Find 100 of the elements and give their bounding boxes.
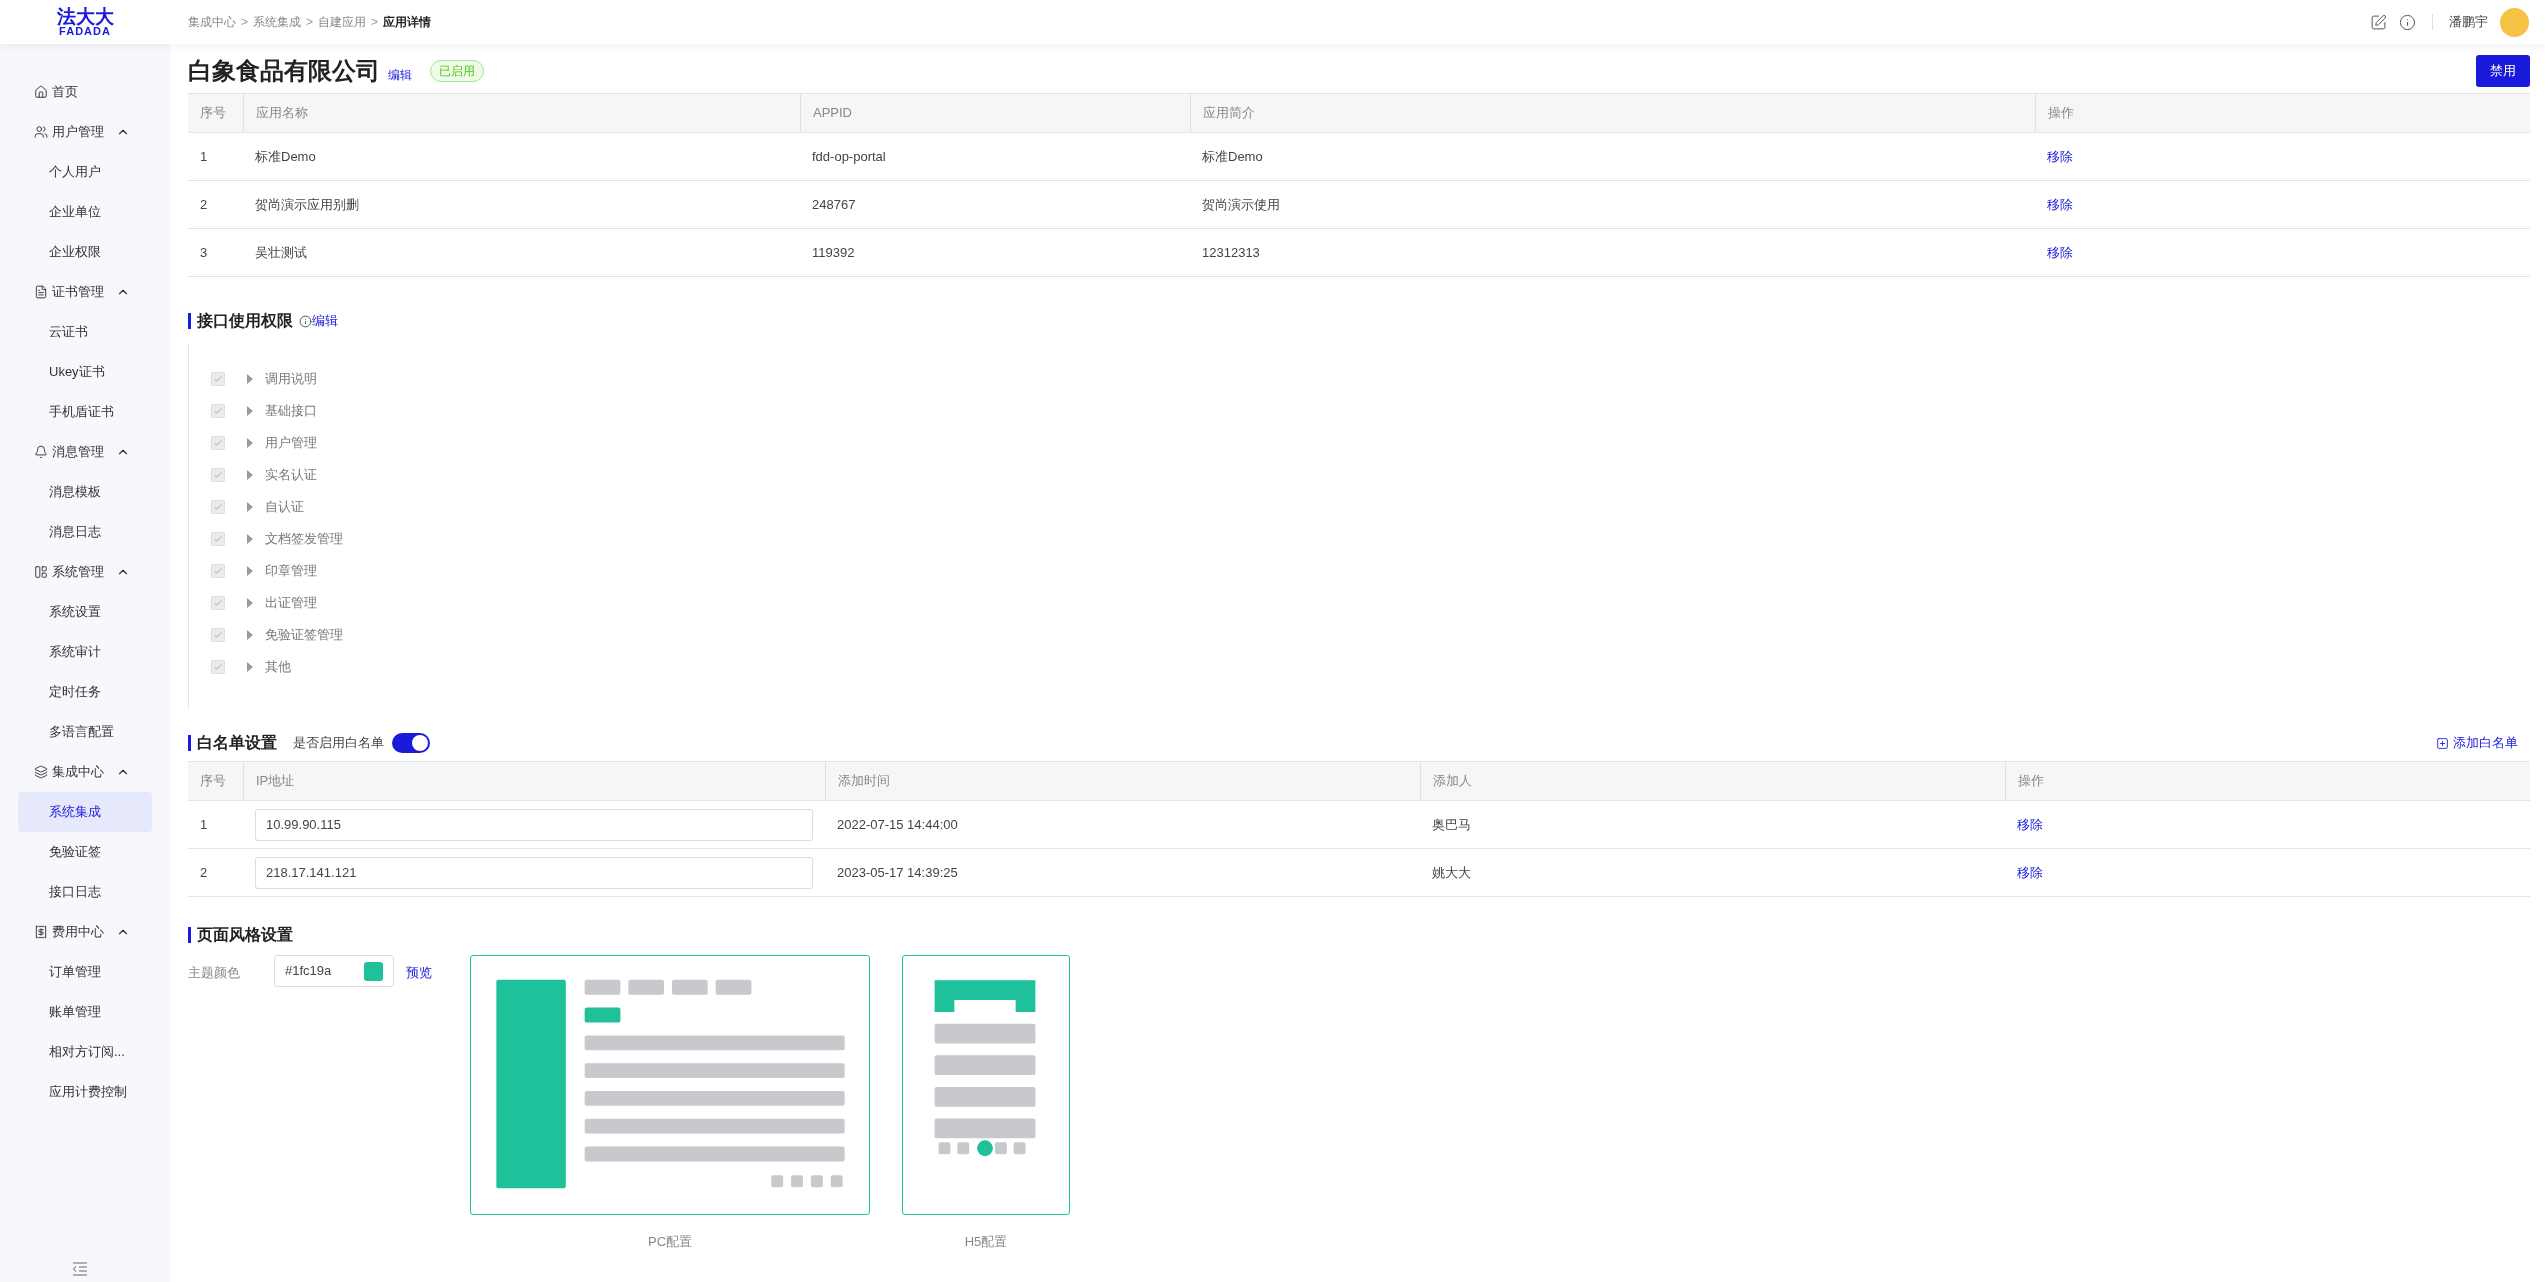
caret-icon[interactable] [247, 534, 253, 544]
sidebar-item[interactable]: 免验证签 [18, 832, 152, 872]
sidebar-item[interactable]: 云证书 [18, 312, 152, 352]
permission-tree-item[interactable]: 其他 [189, 651, 588, 683]
permission-tree-item[interactable]: 自认证 [189, 491, 588, 523]
info-icon[interactable] [299, 314, 312, 328]
breadcrumb-item: 应用详情 [383, 14, 432, 31]
sidebar-item[interactable]: 消息模板 [18, 472, 152, 512]
sidebar-group[interactable]: 系统管理 [18, 552, 152, 592]
breadcrumb-item[interactable]: 集成中心 [188, 13, 236, 31]
ip-input[interactable]: 218.17.141.121 [255, 856, 813, 889]
sidebar-item[interactable]: 系统集成 [18, 792, 152, 832]
caret-icon[interactable] [247, 598, 253, 608]
sidebar-item[interactable]: 首页 [18, 72, 152, 112]
caret-icon[interactable] [247, 502, 253, 512]
permission-tree-item[interactable]: 出证管理 [189, 587, 588, 619]
field-label: 主题颜色 [188, 964, 241, 982]
toggle-label: 是否启用白名单 [293, 734, 384, 753]
sidebar-item[interactable]: 企业单位 [18, 192, 152, 232]
sidebar-item[interactable]: 定时任务 [18, 672, 152, 712]
sidebar-group[interactable]: 费用中心 [18, 912, 152, 952]
column-header: 序号 [200, 104, 226, 123]
caret-icon[interactable] [247, 438, 253, 448]
preview-link[interactable]: 预览 [406, 963, 432, 983]
sidebar-item[interactable]: 相对方订阅... [18, 1032, 152, 1072]
color-field[interactable]: #1fc19a [274, 955, 394, 987]
caret-icon[interactable] [247, 566, 253, 576]
checkbox[interactable] [211, 628, 225, 642]
checkbox[interactable] [211, 564, 225, 578]
edit-link[interactable]: 编辑 [312, 311, 338, 331]
user-name[interactable]: 潘鹏宇 [2449, 12, 2488, 32]
edit-link[interactable]: 编辑 [388, 65, 412, 84]
whitelist-toggle[interactable] [392, 733, 430, 753]
table-cell-text: 2 [200, 863, 208, 882]
color-swatch[interactable] [364, 961, 383, 981]
caret-icon[interactable] [247, 374, 253, 384]
permission-tree-item[interactable]: 印章管理 [189, 555, 588, 587]
caret-icon[interactable] [247, 630, 253, 640]
add-whitelist-link[interactable]: 添加白名单 [2436, 733, 2530, 753]
checkbox[interactable] [211, 660, 225, 674]
table-cell-text: 2023-05-17 14:39:25 [837, 863, 958, 882]
checkbox[interactable] [211, 372, 225, 386]
sidebar-item[interactable]: 系统审计 [18, 632, 152, 672]
checkbox[interactable] [211, 596, 225, 610]
sidebar-item[interactable]: 系统设置 [18, 592, 152, 632]
check-icon [213, 374, 223, 384]
check-icon [213, 438, 223, 448]
notes-icon[interactable] [2370, 13, 2387, 31]
sidebar-group[interactable]: 集成中心 [18, 752, 152, 792]
remove-link[interactable]: 移除 [2047, 194, 2073, 215]
permission-tree-item[interactable]: 免验证签管理 [189, 619, 588, 651]
disable-button[interactable]: 禁用 [2476, 54, 2530, 87]
remove-link[interactable]: 移除 [2017, 814, 2043, 835]
checkbox[interactable] [211, 436, 225, 450]
column-header: 序号 [200, 772, 226, 791]
table-cell-text: 贺尚演示应用别删 [255, 195, 359, 214]
breadcrumb-item[interactable]: 自建应用 [318, 13, 367, 31]
collapse-icon[interactable] [72, 1262, 88, 1276]
table-cell-text: 2022-07-15 14:44:00 [837, 815, 958, 834]
caret-icon[interactable] [247, 406, 253, 416]
layout-icon [34, 565, 48, 579]
info-icon[interactable] [2399, 13, 2416, 31]
permission-tree-item[interactable]: 基础接口 [189, 395, 588, 427]
table-cell-text: 12312313 [1202, 243, 1260, 262]
sidebar-item[interactable]: 消息日志 [18, 512, 152, 552]
add-icon [2436, 736, 2449, 750]
sidebar-item[interactable]: 应用计费控制 [18, 1072, 152, 1112]
caret-icon[interactable] [247, 662, 253, 672]
breadcrumb-item[interactable]: 系统集成 [253, 13, 301, 31]
sidebar-item[interactable]: 个人用户 [18, 152, 152, 192]
column-header: 操作 [2018, 772, 2044, 791]
remove-link[interactable]: 移除 [2047, 242, 2073, 263]
sidebar-item[interactable]: 账单管理 [18, 992, 152, 1032]
checkbox[interactable] [211, 468, 225, 482]
sidebar-item[interactable]: 接口日志 [18, 872, 152, 912]
permission-tree-item[interactable]: 文档签发管理 [189, 523, 588, 555]
ip-input[interactable]: 10.99.90.115 [255, 808, 813, 841]
sidebar-group[interactable]: 证书管理 [18, 272, 152, 312]
permission-tree-item[interactable]: 用户管理 [189, 427, 588, 459]
breadcrumb-separator: > [306, 14, 314, 31]
check-icon [213, 534, 223, 544]
checkbox[interactable] [211, 404, 225, 418]
avatar[interactable] [2500, 7, 2529, 37]
sidebar-item[interactable]: 手机盾证书 [18, 392, 152, 432]
caret-icon[interactable] [247, 470, 253, 480]
table-cell-text: 248767 [812, 195, 856, 214]
table-cell-text: fdd-op-portal [812, 147, 886, 166]
remove-link[interactable]: 移除 [2047, 146, 2073, 167]
permission-tree-item[interactable]: 调用说明 [189, 363, 588, 395]
checkbox[interactable] [211, 500, 225, 514]
sidebar-group[interactable]: 消息管理 [18, 432, 152, 472]
sidebar-item[interactable]: 多语言配置 [18, 712, 152, 752]
sidebar-item[interactable]: 订单管理 [18, 952, 152, 992]
remove-link[interactable]: 移除 [2017, 862, 2043, 883]
sidebar-item[interactable]: 企业权限 [18, 232, 152, 272]
sidebar-item[interactable]: Ukey证书 [18, 352, 152, 392]
checkbox[interactable] [211, 532, 225, 546]
sidebar-group[interactable]: 用户管理 [18, 112, 152, 152]
check-icon [213, 470, 223, 480]
permission-tree-item[interactable]: 实名认证 [189, 459, 588, 491]
